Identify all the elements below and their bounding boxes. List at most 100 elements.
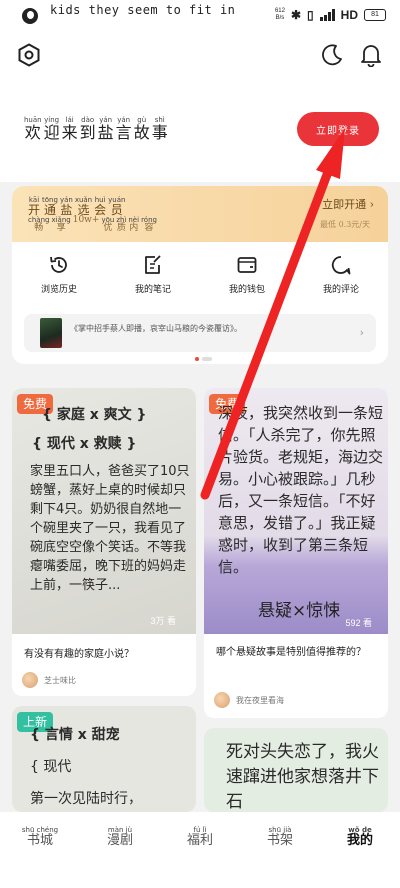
membership-title-char: xuǎn 选: [75, 196, 92, 217]
welcome-char: huān 欢: [24, 116, 42, 142]
story-excerpt: 深夜，我突然收到一条短信。「人杀完了，你先照片验货。老规矩，海边交易。小心被跟踪…: [218, 404, 384, 576]
membership-subtitle-char: róng 容: [141, 216, 157, 234]
story-card[interactable]: 死对头失恋了，我火速蹿进他家想落井下石: [204, 728, 388, 812]
notification-bell-icon[interactable]: [360, 43, 382, 67]
quick-link-comments[interactable]: 我的评论: [294, 246, 388, 306]
bottom-tab-bar: shū chéng 书城 màn jù 漫剧 fú lì 福利 shū jià 书架 wǒ de…: [0, 812, 400, 888]
hanzi: 我的: [346, 833, 373, 848]
profile-header: huān 欢 yíng 迎 lái 来 dào 到 yán 盐 yán 言 gù 故 shì 事 立即登录: [0, 32, 400, 182]
hanzi: 书架: [266, 833, 293, 848]
open-membership-button[interactable]: 立即开通 ›: [322, 196, 374, 212]
welcome-char: lái 来: [62, 116, 78, 142]
chevron-right-icon: ›: [359, 326, 364, 339]
tab-label: shū jià 书架: [267, 826, 293, 888]
hanzi: 优: [103, 223, 113, 233]
story-tags: { 家庭 x 爽文 }: [42, 407, 147, 423]
story-subtags: { 现代 x 救赎 }: [32, 436, 137, 452]
hanzi: 故: [133, 123, 150, 142]
network-label: HD: [340, 8, 358, 22]
recent-read-bar[interactable]: 《掌中招手蔡人即播，哀宰山马粮的今瓷覆访》。 ›: [24, 314, 376, 352]
hanzi: 书城: [26, 833, 53, 848]
hanzi: 漫剧: [106, 833, 133, 848]
welcome-text: huān 欢 yíng 迎 lái 来 dào 到 yán 盐 yán 言 gù 故 shì 事: [24, 116, 168, 142]
book-cover: [40, 318, 62, 348]
settings-icon[interactable]: [17, 43, 41, 67]
welcome-char: dào 到: [80, 116, 96, 142]
carousel-dot-active: [195, 357, 199, 361]
carousel-dot: [202, 357, 212, 361]
quick-link-label: 我的钱包: [228, 285, 265, 295]
author: 芝士味比: [22, 672, 76, 688]
membership-subtitle-char: yōu 优: [101, 216, 114, 234]
hanzi: 福利: [186, 833, 213, 848]
membership-subtitle-char: nèi 内: [128, 216, 139, 234]
story-subtags: { 现代: [30, 759, 72, 775]
tab-3[interactable]: shū jià 书架: [240, 812, 320, 888]
avatar: [22, 672, 38, 688]
welcome-char: yán 言: [116, 116, 132, 142]
wallet-icon: [237, 257, 257, 273]
battery-icon: 81: [364, 9, 386, 21]
welcome-char: shì 事: [152, 116, 168, 142]
membership-banner[interactable]: kāi 开 tōng 通 yán 盐 xuǎn 选 huì 会 yuán 员 chàng 畅 xiǎng 享…: [12, 186, 388, 242]
story-card[interactable]: 免费 { 家庭 x 爽文 } { 现代 x 救赎 } 家里五口人，爸爸买了10只…: [12, 388, 196, 696]
status-right: 612 B/s ✱ ▯ HD 81: [275, 8, 386, 22]
membership-subtitle-char: zhì 质: [116, 216, 126, 234]
tab-label: màn jù 漫剧: [107, 826, 133, 888]
quick-link-label: 浏览历史: [40, 285, 77, 295]
membership-title: kāi 开 tōng 通 yán 盐 xuǎn 选 huì 会 yuán 员: [28, 196, 125, 217]
story-genre: 悬疑×惊悚: [258, 601, 341, 621]
status-bar: kids they seem to fit in 612 B/s ✱ ▯ HD …: [0, 0, 400, 32]
hanzi: 到: [79, 123, 96, 142]
comment-icon: [331, 256, 351, 275]
quick-link-notes[interactable]: 我的笔记: [106, 246, 200, 306]
tab-1[interactable]: màn jù 漫剧: [80, 812, 160, 888]
quick-links: 浏览历史 我的笔记 我的钱包 我的评论: [12, 246, 388, 306]
app-status-icon: [22, 8, 38, 24]
hanzi: 内: [129, 223, 139, 233]
login-button[interactable]: 立即登录: [297, 112, 379, 146]
membership-title-char: huì 会: [94, 196, 106, 217]
welcome-char: yíng 迎: [44, 116, 60, 142]
hanzi: 畅: [34, 223, 44, 233]
tab-0[interactable]: shū chéng 书城: [0, 812, 80, 888]
author: 我在夜里看海: [214, 692, 284, 708]
membership-title-char: yán 盐: [60, 196, 73, 217]
recent-read-text: 《掌中招手蔡人即播，哀宰山马粮的今瓷覆访》。: [70, 324, 242, 333]
welcome-char: gù 故: [134, 116, 150, 142]
story-card[interactable]: 免费 深夜，我突然收到一条短信。「人杀完了，你先照片验货。老规矩，海边交易。小心…: [204, 388, 388, 718]
tab-label: fú lì 福利: [187, 826, 213, 888]
welcome-char: yán 盐: [98, 116, 114, 142]
hanzi: 欢: [24, 123, 41, 142]
quick-link-history[interactable]: 浏览历史: [12, 246, 106, 306]
membership-subtitle-char: xiǎng 享: [51, 216, 70, 234]
tab-label: shū chéng 书城: [22, 826, 58, 888]
speed-unit: B/s: [275, 15, 285, 21]
quick-link-wallet[interactable]: 我的钱包: [200, 246, 294, 306]
vibrate-icon: ▯: [307, 8, 314, 22]
story-card[interactable]: 上新 { 言情 x 甜宠 { 现代 第一次见陆时行，: [12, 706, 196, 812]
membership-subtitle-char: chàng 畅: [28, 216, 49, 234]
story-excerpt: 家里五口人，爸爸买了10只螃蟹，蒸好上桌的时候却只剩下4只。奶奶很自然地一个碗里…: [30, 464, 190, 593]
carousel-dots: [195, 357, 212, 361]
author-name: 我在夜里看海: [236, 695, 284, 705]
tab-2[interactable]: fú lì 福利: [160, 812, 240, 888]
network-speed: 612 B/s: [275, 8, 285, 22]
hanzi: 言: [115, 123, 132, 142]
member-card: kāi 开 tōng 通 yán 盐 xuǎn 选 huì 会 yuán 员 chàng 畅 xiǎng 享…: [12, 186, 388, 364]
tab-4[interactable]: wǒ de 我的: [320, 812, 400, 888]
hanzi: 迎: [43, 123, 60, 142]
membership-subtitle-char: 10w+: [72, 215, 100, 234]
avatar: [214, 692, 230, 708]
speed-value: 612: [274, 8, 285, 14]
membership-title-char: kāi 开: [28, 196, 40, 217]
membership-subtitle: chàng 畅 xiǎng 享 10w+ yōu 优 zhì 质 nèi 内 róng 容: [28, 215, 157, 234]
author-name: 芝士味比: [44, 675, 76, 685]
membership-price: 最低 0.3元/天: [320, 220, 370, 229]
hanzi: 享: [56, 223, 66, 233]
hanzi: 10w+: [72, 215, 100, 225]
dark-mode-icon[interactable]: [321, 44, 343, 66]
hanzi: 盐: [97, 123, 114, 142]
membership-title-char: yuán 员: [108, 196, 125, 217]
story-excerpt: 第一次见陆时行，: [30, 791, 142, 807]
